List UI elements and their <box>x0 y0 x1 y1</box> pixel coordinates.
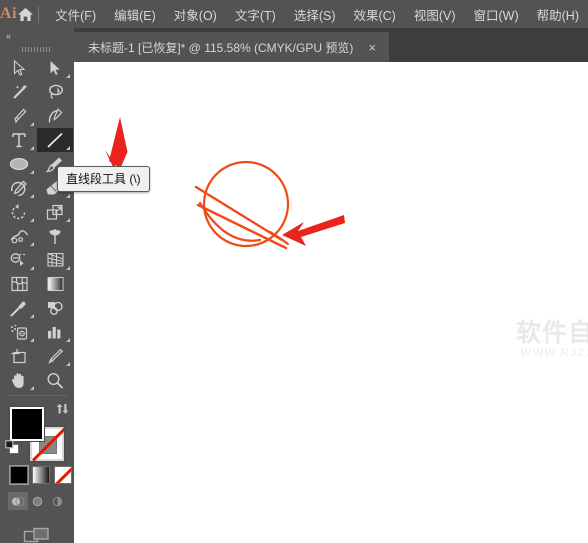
tool-flyout-indicator <box>66 266 70 270</box>
menu-select[interactable]: 选择(S) <box>285 1 345 28</box>
panel-drag-handle[interactable] <box>0 43 74 56</box>
toolbar-divider <box>6 395 68 396</box>
tool-flyout-indicator <box>66 74 70 78</box>
home-icon[interactable] <box>17 7 34 22</box>
direct-selection-tool[interactable] <box>37 56 73 80</box>
document-tab[interactable]: 未标题-1 [已恢复]* @ 115.58% (CMYK/GPU 预览) × <box>74 32 390 62</box>
free-transform-tool[interactable] <box>37 224 73 248</box>
fill-color-none[interactable] <box>54 466 72 484</box>
slice-tool[interactable] <box>37 344 73 368</box>
draw-normal-mode[interactable] <box>8 492 28 510</box>
swap-fill-stroke-icon[interactable] <box>56 402 69 420</box>
collapse-panel-icon[interactable]: « <box>0 28 74 43</box>
artboard-tool[interactable] <box>1 344 37 368</box>
circle-with-lines-sketch <box>194 160 290 250</box>
shaper-tool[interactable] <box>1 176 37 200</box>
app-logo: Ai <box>0 5 17 22</box>
draw-behind-mode[interactable] <box>28 492 48 510</box>
tool-flyout-indicator <box>30 266 34 270</box>
gradient-tool[interactable] <box>37 272 73 296</box>
tool-flyout-indicator <box>30 242 34 246</box>
menu-item-list: 文件(F) 编辑(E) 对象(O) 文字(T) 选择(S) 效果(C) 视图(V… <box>46 1 588 28</box>
tool-flyout-indicator <box>66 362 70 366</box>
blend-tool[interactable] <box>37 296 73 320</box>
tool-flyout-indicator <box>66 146 70 150</box>
ellipse-tool[interactable] <box>1 152 37 176</box>
symbol-sprayer-tool[interactable] <box>1 320 37 344</box>
close-icon[interactable]: × <box>365 41 379 54</box>
tool-flyout-indicator <box>30 146 34 150</box>
tool-tooltip: 直线段工具 (\) <box>57 166 150 192</box>
zoom-tool[interactable] <box>37 368 73 392</box>
change-screen-mode[interactable] <box>0 510 74 543</box>
illustrator-window: Ai 文件(F) 编辑(E) 对象(O) 文字(T) 选择(S) 效果(C) 视… <box>0 0 588 543</box>
eyedropper-tool[interactable] <box>1 296 37 320</box>
tool-flyout-indicator <box>66 218 70 222</box>
shape-builder-tool[interactable] <box>1 248 37 272</box>
stroke-color-swatch[interactable] <box>29 426 65 462</box>
column-graph-tool[interactable] <box>37 320 73 344</box>
tool-flyout-indicator <box>30 170 34 174</box>
curvature-tool[interactable] <box>37 104 73 128</box>
selection-tool[interactable] <box>1 56 37 80</box>
document-tab-bar: 未标题-1 [已恢复]* @ 115.58% (CMYK/GPU 预览) × <box>74 28 588 62</box>
tool-flyout-indicator <box>30 338 34 342</box>
menu-help[interactable]: 帮助(H) <box>528 1 588 28</box>
perspective-grid-tool[interactable] <box>37 248 73 272</box>
tool-flyout-indicator <box>30 386 34 390</box>
fill-color-solid[interactable] <box>9 465 29 485</box>
pen-tool[interactable] <box>1 104 37 128</box>
menu-type[interactable]: 文字(T) <box>226 1 285 28</box>
tool-flyout-indicator <box>30 122 34 126</box>
menu-edit[interactable]: 编辑(E) <box>105 1 165 28</box>
menu-bar: Ai 文件(F) 编辑(E) 对象(O) 文字(T) 选择(S) 效果(C) 视… <box>0 0 588 28</box>
default-fill-stroke-icon[interactable] <box>5 440 20 460</box>
draw-mode-row <box>0 484 74 510</box>
tool-grid <box>0 56 74 392</box>
line-segment-tool[interactable] <box>37 128 73 152</box>
menu-object[interactable]: 对象(O) <box>165 1 226 28</box>
tool-flyout-indicator <box>30 314 34 318</box>
type-tool[interactable] <box>1 128 37 152</box>
hand-tool[interactable] <box>1 368 37 392</box>
tools-panel: « <box>0 28 74 543</box>
menu-effect[interactable]: 效果(C) <box>344 1 404 28</box>
width-tool[interactable] <box>1 224 37 248</box>
lasso-tool[interactable] <box>37 80 73 104</box>
tool-flyout-indicator <box>30 194 34 198</box>
tool-flyout-indicator <box>30 218 34 222</box>
fill-stroke-controls <box>0 400 74 462</box>
no-stroke-indicator <box>30 427 64 461</box>
menu-view[interactable]: 视图(V) <box>405 1 465 28</box>
artboard-canvas[interactable]: 软件自学网 WWW.RJZXW.COM <box>74 62 588 543</box>
tool-flyout-indicator <box>66 338 70 342</box>
menu-window[interactable]: 窗口(W) <box>465 1 528 28</box>
fill-color-gradient[interactable] <box>32 466 50 484</box>
tool-flyout-indicator <box>66 194 70 198</box>
rotate-tool[interactable] <box>1 200 37 224</box>
mesh-tool[interactable] <box>1 272 37 296</box>
scale-tool[interactable] <box>37 200 73 224</box>
magic-wand-tool[interactable] <box>1 80 37 104</box>
menu-file[interactable]: 文件(F) <box>46 1 105 28</box>
document-tab-title: 未标题-1 [已恢复]* @ 115.58% (CMYK/GPU 预览) <box>88 40 354 55</box>
draw-inside-mode[interactable] <box>48 492 68 510</box>
color-mode-row <box>0 462 74 485</box>
